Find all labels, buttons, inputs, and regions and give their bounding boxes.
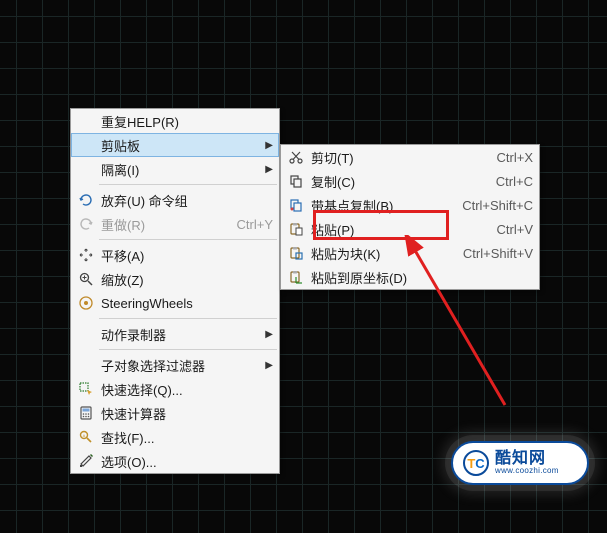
- menu-shortcut: Ctrl+Y: [227, 217, 273, 232]
- quick-select-icon: [75, 379, 97, 399]
- watermark-cn: 酷知网: [495, 451, 559, 467]
- menu-separator: [99, 239, 277, 240]
- spacer-icon: [75, 111, 97, 131]
- menu-item-paste-block[interactable]: 粘贴为块(K) Ctrl+Shift+V: [281, 241, 539, 265]
- menu-item-find[interactable]: A 查找(F)...: [71, 425, 279, 449]
- menu-label: 快速选择(Q)...: [97, 380, 273, 399]
- menu-label: 缩放(Z): [97, 270, 273, 289]
- submenu-arrow-icon: ▶: [263, 329, 273, 340]
- menu-label: SteeringWheels: [97, 296, 273, 311]
- menu-label: 粘贴到原坐标(D): [307, 268, 523, 287]
- menu-item-redo: 重做(R) Ctrl+Y: [71, 212, 279, 236]
- copy-base-icon: [285, 195, 307, 215]
- submenu-arrow-icon: ▶: [263, 360, 273, 371]
- menu-shortcut: Ctrl+V: [487, 222, 533, 237]
- menu-item-options[interactable]: 选项(O)...: [71, 449, 279, 473]
- calculator-icon: [75, 403, 97, 423]
- submenu-arrow-icon: ▶: [263, 140, 273, 151]
- menu-item-quick-select[interactable]: 快速选择(Q)...: [71, 377, 279, 401]
- menu-label: 选项(O)...: [97, 452, 273, 471]
- steeringwheel-icon: [75, 293, 97, 313]
- menu-label: 粘贴(P): [307, 220, 487, 239]
- zoom-icon: [75, 269, 97, 289]
- menu-shortcut: Ctrl+X: [487, 150, 533, 165]
- menu-item-pan[interactable]: 平移(A): [71, 243, 279, 267]
- menu-label: 重复HELP(R): [97, 112, 273, 131]
- menu-label: 复制(C): [307, 172, 486, 191]
- menu-item-repeat[interactable]: 重复HELP(R): [71, 109, 279, 133]
- menu-label: 快速计算器: [97, 404, 273, 423]
- pan-icon: [75, 245, 97, 265]
- menu-item-paste-orig[interactable]: 粘贴到原坐标(D): [281, 265, 539, 289]
- menu-label: 查找(F)...: [97, 428, 273, 447]
- menu-separator: [99, 318, 277, 319]
- paste-block-icon: [285, 243, 307, 263]
- context-menu-clipboard: 剪切(T) Ctrl+X 复制(C) Ctrl+C 带基点复制(B) Ctrl+…: [280, 144, 540, 290]
- menu-label: 动作录制器: [97, 325, 263, 344]
- options-icon: [75, 451, 97, 471]
- menu-label: 平移(A): [97, 246, 273, 265]
- submenu-arrow-icon: ▶: [263, 164, 273, 175]
- menu-shortcut: Ctrl+Shift+V: [453, 246, 533, 261]
- find-icon: A: [75, 427, 97, 447]
- menu-item-zoom[interactable]: 缩放(Z): [71, 267, 279, 291]
- undo-icon: [75, 190, 97, 210]
- menu-separator: [99, 349, 277, 350]
- menu-separator: [99, 184, 277, 185]
- menu-label: 剪切(T): [307, 148, 487, 167]
- spacer-icon: [75, 355, 97, 375]
- menu-label: 放弃(U) 命令组: [97, 191, 273, 210]
- spacer-icon: [75, 159, 97, 179]
- context-menu-main: 重复HELP(R) 剪贴板 ▶ 隔离(I) ▶ 放弃(U) 命令组 重做(R) …: [70, 108, 280, 474]
- menu-shortcut: Ctrl+Shift+C: [452, 198, 533, 213]
- watermark-logo-icon: TC: [463, 450, 489, 476]
- menu-item-copy-base[interactable]: 带基点复制(B) Ctrl+Shift+C: [281, 193, 539, 217]
- menu-label: 隔离(I): [97, 160, 263, 179]
- spacer-icon: [75, 324, 97, 344]
- redo-icon: [75, 214, 97, 234]
- svg-text:A: A: [83, 433, 86, 438]
- menu-item-quick-calc[interactable]: 快速计算器: [71, 401, 279, 425]
- menu-label: 带基点复制(B): [307, 196, 452, 215]
- menu-shortcut: Ctrl+C: [486, 174, 533, 189]
- menu-item-steeringwheels[interactable]: SteeringWheels: [71, 291, 279, 315]
- menu-label: 剪贴板: [97, 136, 263, 155]
- menu-item-isolate[interactable]: 隔离(I) ▶: [71, 157, 279, 181]
- menu-label: 重做(R): [97, 215, 227, 234]
- cut-icon: [285, 147, 307, 167]
- paste-origin-icon: [285, 267, 307, 287]
- menu-item-copy[interactable]: 复制(C) Ctrl+C: [281, 169, 539, 193]
- paste-icon: [285, 219, 307, 239]
- menu-item-subobject-filter[interactable]: 子对象选择过滤器 ▶: [71, 353, 279, 377]
- copy-icon: [285, 171, 307, 191]
- menu-item-cut[interactable]: 剪切(T) Ctrl+X: [281, 145, 539, 169]
- watermark-badge: TC 酷知网 www.coozhi.com: [451, 441, 589, 485]
- menu-item-undo[interactable]: 放弃(U) 命令组: [71, 188, 279, 212]
- menu-item-paste[interactable]: 粘贴(P) Ctrl+V: [281, 217, 539, 241]
- menu-label: 子对象选择过滤器: [97, 356, 263, 375]
- watermark-en: www.coozhi.com: [495, 467, 559, 475]
- menu-item-clipboard[interactable]: 剪贴板 ▶: [71, 133, 279, 157]
- spacer-icon: [75, 135, 97, 155]
- menu-item-action-recorder[interactable]: 动作录制器 ▶: [71, 322, 279, 346]
- menu-label: 粘贴为块(K): [307, 244, 453, 263]
